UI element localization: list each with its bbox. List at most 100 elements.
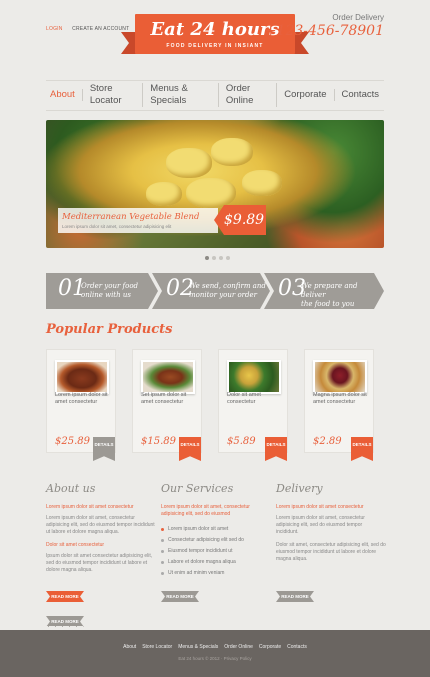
slider-dot[interactable] [212, 256, 216, 260]
product-name[interactable]: Set ipsum dolor sit amet consectetur [141, 392, 199, 406]
step-1: 01 Order your food online with us [46, 273, 158, 309]
services-read-more-button[interactable]: READ MORE [161, 591, 199, 602]
step-line: monitor your order [189, 291, 257, 299]
delivery-text: Lorem ipsum dolor sit amet, consectetur … [276, 515, 365, 535]
slider-caption: Mediterranean Vegetable Blend Lorem ipsu… [58, 208, 218, 233]
delivery-title: Delivery [276, 482, 323, 495]
product-price: $2.89 [313, 436, 342, 447]
step-3: 03 We prepare and deliver the food to yo… [264, 273, 384, 309]
footer-link-order-online[interactable]: Order Online [224, 644, 253, 650]
read-more-label: READ MORE [51, 619, 79, 624]
details-label: DETAILS [352, 442, 372, 447]
about-highlight[interactable]: Lorem ipsum dolor sit amet consectetur [46, 504, 156, 511]
step-line: We prepare and deliver [301, 282, 358, 299]
slider-dot[interactable] [219, 256, 223, 260]
about-column: About us Lorem ipsum dolor sit amet cons… [46, 482, 156, 574]
services-highlight[interactable]: Lorem ipsum dolor sit amet, consectetur … [161, 504, 271, 518]
slider-price: $9.89 [224, 212, 265, 228]
step-text: We send, confirm and monitor your order [189, 282, 266, 300]
step-line: the food to you [301, 300, 355, 308]
main-nav: About Store Locator Menus & Specials Ord… [46, 83, 387, 107]
order-label: Order Delivery [332, 13, 384, 22]
about-highlight-2[interactable]: Dolor sit amet consectetur [46, 542, 156, 549]
details-label: DETAILS [180, 442, 200, 447]
nav-order-online[interactable]: Order Online [219, 83, 278, 107]
order-steps: 01 Order your food online with us 02 We … [46, 273, 384, 309]
slider-pagination [205, 256, 230, 260]
about-title: About us [46, 482, 96, 495]
about-read-more-button[interactable]: READ MORE [46, 591, 84, 602]
product-price: $15.89 [141, 436, 176, 447]
services-title: Our Services [161, 482, 234, 495]
footer-link-corporate[interactable]: Corporate [259, 644, 281, 650]
delivery-column: Delivery Lorem ipsum dolor sit amet cons… [276, 482, 386, 563]
footer [0, 626, 430, 677]
product-image[interactable] [55, 360, 109, 394]
slider-price-tag: $9.89 [214, 205, 266, 235]
details-button[interactable]: DETAILS [265, 437, 287, 461]
product-card: Dolor sit amet consectetur $5.89 DETAILS [218, 349, 288, 461]
nav-menus-specials[interactable]: Menus & Specials [143, 83, 219, 107]
step-text: We prepare and deliver the food to you [301, 282, 384, 309]
slider-dot[interactable] [205, 256, 209, 260]
services-item[interactable]: Lorem ipsum dolor sit amet [161, 524, 271, 535]
services-item[interactable]: Consectetur adipisicing elit sed do [161, 535, 271, 546]
product-card: Set ipsum dolor sit amet consectetur $15… [132, 349, 202, 461]
pasta-shape [146, 182, 182, 206]
details-button[interactable]: DETAILS [179, 437, 201, 461]
footer-link-about[interactable]: About [123, 644, 136, 650]
services-item[interactable]: Eiusmod tempor incididunt ut [161, 546, 271, 557]
pasta-shape [211, 138, 253, 166]
services-list: Lorem ipsum dolor sit amet Consectetur a… [161, 524, 271, 579]
read-more-label: READ MORE [166, 594, 194, 599]
footer-nav: About Store Locator Menus & Specials Ord… [0, 644, 430, 650]
product-price: $25.89 [55, 436, 90, 447]
delivery-text-2: Dolor sit amet, consectetur adipisicing … [276, 542, 386, 562]
nav-divider-bottom [46, 110, 384, 111]
order-phone[interactable]: +123-456-78901 [265, 23, 384, 39]
nav-contacts[interactable]: Contacts [335, 89, 387, 101]
step-2: 02 We send, confirm and monitor your ord… [152, 273, 270, 309]
popular-products-title: Popular Products [46, 322, 173, 337]
details-button[interactable]: DETAILS [351, 437, 373, 461]
nav-divider-top [46, 80, 384, 81]
login-link[interactable]: LOGIN [46, 26, 63, 32]
pasta-shape [186, 178, 236, 208]
pasta-shape [166, 148, 212, 178]
about-text: Lorem ipsum dolor sit amet, consectetur … [46, 515, 155, 535]
nav-about[interactable]: About [46, 89, 83, 101]
product-card: Magna ipsum dolor sit amet consectetur $… [304, 349, 374, 461]
delivery-highlight[interactable]: Lorem ipsum dolor sit amet consectetur [276, 504, 386, 511]
details-button[interactable]: DETAILS [93, 437, 115, 461]
product-name[interactable]: Lorem ipsum dolor sit amet consectetur [55, 392, 113, 406]
create-account-link[interactable]: CREATE AN ACCOUNT [72, 26, 129, 32]
footer-link-menus-specials[interactable]: Menus & Specials [178, 644, 218, 650]
product-image[interactable] [313, 360, 367, 394]
details-label: DETAILS [94, 442, 114, 447]
product-image[interactable] [227, 360, 281, 394]
services-column: Our Services Lorem ipsum dolor sit amet,… [161, 482, 271, 579]
nav-store-locator[interactable]: Store Locator [83, 83, 144, 107]
services-item[interactable]: Ut enim ad minim veniam [161, 568, 271, 579]
slider-caption-text: Lorem ipsum dolor sit amet, consectetur … [62, 224, 172, 229]
services-item[interactable]: Labore et dolore magna aliqua [161, 557, 271, 568]
footer-scalloped-edge [0, 626, 430, 632]
logo-subtitle: FOOD DELIVERY IN INSIANT [166, 43, 264, 49]
product-image[interactable] [141, 360, 195, 394]
top-links: LOGIN CREATE AN ACCOUNT [46, 26, 137, 32]
product-price: $5.89 [227, 436, 256, 447]
footer-link-contacts[interactable]: Contacts [287, 644, 307, 650]
delivery-read-more-button[interactable]: READ MORE [276, 591, 314, 602]
nav-corporate[interactable]: Corporate [277, 89, 335, 101]
step-text: Order your food online with us [81, 282, 138, 300]
slider-dot[interactable] [226, 256, 230, 260]
step-line: Order your food [81, 282, 139, 290]
read-more-label: READ MORE [281, 594, 309, 599]
step-line: We send, confirm and [189, 282, 266, 290]
product-name[interactable]: Magna ipsum dolor sit amet consectetur [313, 392, 371, 406]
slider-caption-title: Mediterranean Vegetable Blend [62, 212, 200, 222]
footer-link-store-locator[interactable]: Store Locator [142, 644, 172, 650]
details-label: DETAILS [266, 442, 286, 447]
order-delivery: Order Delivery +123-456-78901 [265, 13, 384, 39]
product-name[interactable]: Dolor sit amet consectetur [227, 392, 285, 406]
